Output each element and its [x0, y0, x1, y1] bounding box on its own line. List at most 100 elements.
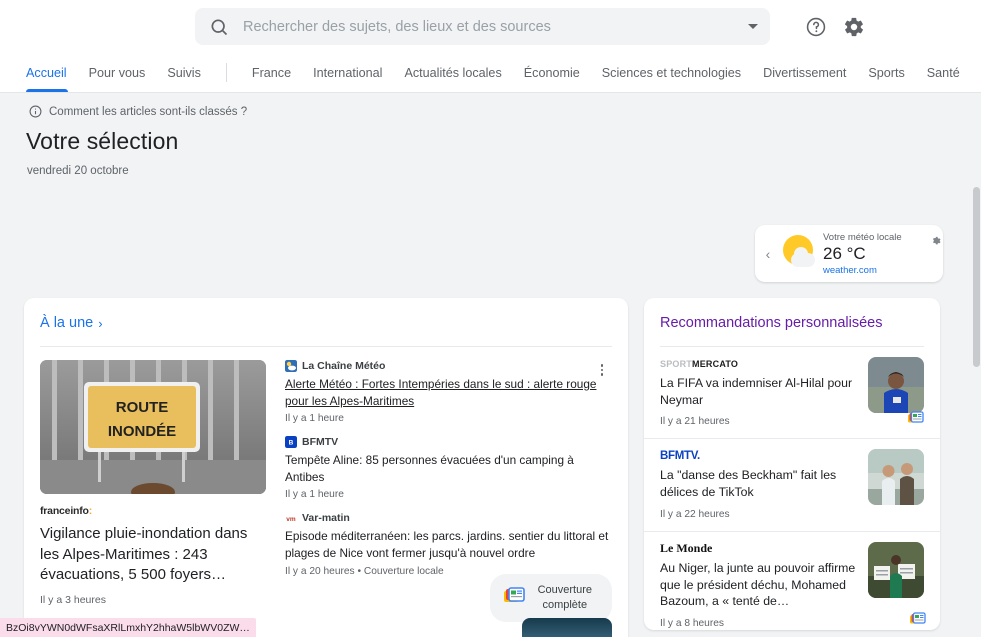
nav-item-sports[interactable]: Sports [857, 53, 915, 92]
recommendation-text: BFMTV. La "danse des Beckham" fait les d… [660, 449, 868, 520]
le-monde-logo-icon: Le Monde [660, 540, 713, 555]
recommendation-source: SPORTMERCATO [660, 357, 858, 370]
source-name: franceinfo [40, 505, 89, 517]
nav-item-international[interactable]: International [302, 53, 393, 92]
nav-item-france[interactable]: France [241, 53, 302, 92]
recommendation-item[interactable]: BFMTV. La "danse des Beckham" fait les d… [644, 438, 940, 530]
sun-cloud-icon [777, 232, 823, 276]
recommendations-title[interactable]: Recommandations personnalisées [644, 298, 940, 346]
more-options-icon[interactable] [594, 362, 610, 378]
nav-label: Sciences et technologies [601, 65, 742, 80]
weather-temperature: 26 °C [823, 243, 866, 263]
recommendation-image[interactable] [868, 449, 924, 506]
chevron-right-icon: › [98, 315, 103, 331]
weather-label: Votre météo locale [823, 231, 902, 243]
search-input[interactable] [243, 18, 736, 35]
nav-item-sciences-technologies[interactable]: Sciences et technologies [591, 53, 752, 92]
weather-card[interactable]: ‹ Votre météo locale 26 °C weather.com [755, 225, 943, 282]
nav-label: Suivis [167, 65, 201, 80]
bfmtv-logo-icon: BFMTV. [660, 449, 700, 462]
nav-item-pour-vous[interactable]: Pour vous [78, 53, 157, 92]
story-item[interactable]: La Chaîne Météo Alerte Météo : Fortes In… [285, 360, 612, 424]
weather-source-link[interactable]: weather.com [823, 265, 935, 276]
weather-body: Votre météo locale 26 °C weather.com [823, 232, 943, 276]
story-source: B BFMTV [285, 436, 612, 449]
weather-settings-icon[interactable] [931, 233, 941, 244]
source-name: Var-matin [302, 512, 350, 525]
story-source: La Chaîne Météo [285, 360, 612, 372]
recommendation-full-coverage-icon[interactable] [910, 612, 926, 630]
story-list: La Chaîne Météo Alerte Météo : Fortes In… [268, 360, 612, 623]
recommendation-full-coverage-icon[interactable] [908, 411, 924, 430]
settings-gear-icon[interactable] [843, 16, 865, 38]
nav-label: Pour vous [88, 65, 146, 80]
bottom-article-image[interactable] [522, 618, 612, 637]
story-item[interactable]: B BFMTV Tempête Aline: 85 personnes évac… [285, 436, 612, 500]
ranking-note[interactable]: Comment les articles sont-ils classés ? [29, 105, 247, 118]
nav-item-economie[interactable]: Économie [513, 53, 591, 92]
recommendation-image[interactable] [868, 357, 924, 413]
status-bar-url: BzOi8vYWN0dWFsaXRlLmxhY2hhaW5lbWV0ZW… [0, 618, 256, 637]
recommendation-image[interactable] [868, 541, 924, 598]
nav-label: Sports [868, 65, 905, 80]
recommendations-card: Recommandations personnalisées SPORTMERC… [644, 298, 940, 630]
story-title[interactable]: Alerte Météo : Fortes Intempéries dans l… [285, 376, 612, 410]
story-time: Il y a 1 heure [285, 413, 344, 425]
source-name: La Chaîne Météo [302, 360, 386, 372]
lead-article-title[interactable]: Vigilance pluie-inondation dans les Alpe… [40, 524, 268, 586]
recommendation-title[interactable]: La "danse des Beckham" fait les délices … [660, 467, 858, 500]
full-coverage-icon [503, 586, 526, 611]
story-item[interactable]: vm Var-matin Episode méditerranéen: les … [285, 512, 612, 577]
recommendation-source: Le Monde [660, 540, 858, 555]
source-name: BFMTV [302, 436, 339, 449]
lead-article-time: Il y a 3 heures [40, 594, 106, 607]
nav-item-suivis[interactable]: Suivis [156, 53, 212, 92]
scrollbar-thumb[interactable] [973, 187, 980, 367]
weather-prev-arrow[interactable]: ‹ [759, 246, 777, 262]
top-bar [0, 0, 981, 53]
vertical-scrollbar[interactable] [972, 187, 981, 637]
story-title[interactable]: Tempête Aline: 85 personnes évacuées d'u… [285, 452, 612, 486]
svg-text:INONDÉE: INONDÉE [108, 423, 176, 440]
source-accent: : [88, 505, 93, 517]
main-content: Comment les articles sont-ils classés ? … [0, 93, 981, 637]
lead-article[interactable]: ROUTE INONDÉE franceinfo: Vigilance plui… [40, 360, 268, 606]
page-date: vendredi 20 octobre [27, 165, 129, 177]
nav-label: International [313, 65, 383, 80]
nav-label: Actualités locales [404, 65, 502, 80]
nav-tabs: Accueil Pour vous Suivis France Internat… [0, 53, 981, 93]
sportmercato-logo-icon: SPORTMERCATO [660, 358, 739, 369]
section-header-a-la-une[interactable]: À la une › [24, 298, 628, 346]
nav-label: France [251, 65, 292, 80]
svg-text:B: B [289, 440, 294, 447]
story-title[interactable]: Episode méditerranéen: les parcs. jardin… [285, 528, 612, 562]
nav-item-actualites-locales[interactable]: Actualités locales [393, 53, 512, 92]
info-icon [29, 105, 42, 118]
svg-text:ROUTE: ROUTE [116, 399, 169, 416]
section-title: À la une [40, 315, 94, 331]
nav-item-accueil[interactable]: Accueil [26, 53, 78, 92]
help-icon[interactable] [805, 16, 827, 38]
lead-article-source: franceinfo: [40, 505, 268, 517]
search-bar[interactable] [195, 8, 770, 45]
recommendation-time: Il y a 8 heures [660, 618, 724, 630]
nav-item-divertissement[interactable]: Divertissement [752, 53, 857, 92]
recommendation-title[interactable]: La FIFA va indemniser Al-Hilal pour Neym… [660, 375, 858, 408]
recommendation-title[interactable]: Au Niger, la junte au pouvoir affirme qu… [660, 560, 858, 610]
nav-label: Divertissement [763, 65, 847, 80]
svg-text:vm: vm [286, 516, 296, 523]
nav-label: Santé [926, 65, 960, 80]
search-dropdown-toggle[interactable] [736, 8, 770, 45]
chevron-down-icon [748, 24, 758, 29]
recommendation-time: Il y a 21 heures [660, 416, 730, 428]
nav-label: Économie [523, 65, 580, 80]
lead-article-row: ROUTE INONDÉE franceinfo: Vigilance plui… [24, 347, 628, 623]
story-time: Il y a 1 heure [285, 489, 344, 501]
nav-item-sante[interactable]: Santé [916, 53, 971, 92]
recommendation-item[interactable]: SPORTMERCATO La FIFA va indemniser Al-Hi… [644, 347, 940, 438]
lead-article-image[interactable]: ROUTE INONDÉE [40, 360, 266, 494]
ranking-note-label: Comment les articles sont-ils classés ? [49, 105, 248, 118]
recommendation-item[interactable]: Le Monde Au Niger, la junte au pouvoir a… [644, 530, 940, 630]
full-coverage-line1: Couverture [537, 584, 592, 597]
nav-label: Accueil [26, 65, 67, 80]
